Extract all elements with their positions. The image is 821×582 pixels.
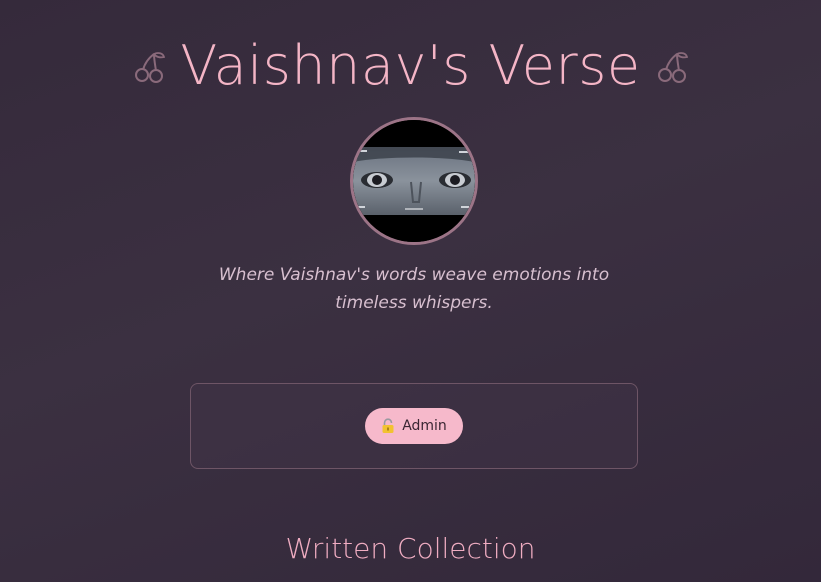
cherry-icon [135, 52, 166, 83]
admin-button-label: Admin [402, 418, 447, 434]
cherry-icon [657, 52, 688, 83]
lock-icon [382, 418, 394, 433]
collection-title: Written Collection [285, 532, 536, 565]
tagline: Where Vaishnav's words weave emotions in… [218, 265, 610, 313]
admin-button[interactable]: Admin [365, 408, 463, 444]
avatar-image [353, 120, 475, 242]
page-title: Vaishnav's Verse [180, 34, 641, 97]
page-header: Vaishnav's Verse [0, 30, 821, 102]
admin-panel: Admin [190, 383, 638, 469]
profile-avatar [350, 117, 478, 245]
